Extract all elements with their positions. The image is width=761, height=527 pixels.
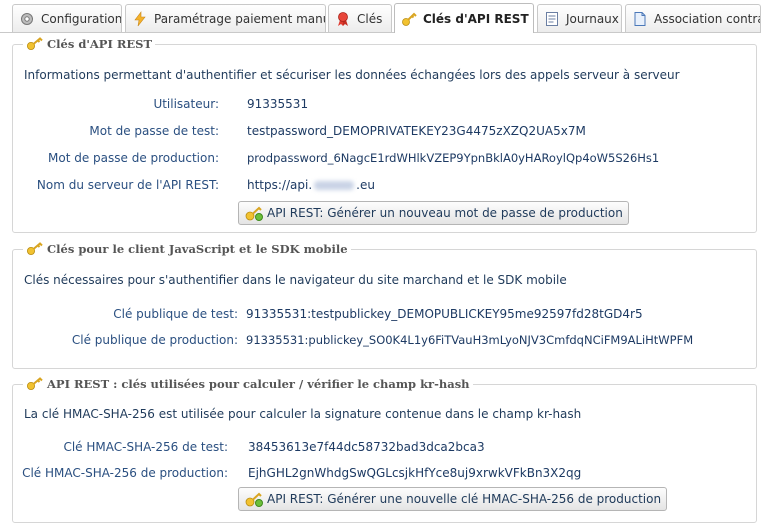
key-refresh-icon [245,206,263,221]
field-value: 38453613e7f44dc58732bad3dca2bca3 [248,440,485,454]
field-label: Clé HMAC-SHA-256 de test: [63,440,228,454]
generate-hmac-production-key-button[interactable]: API REST: Générer une nouvelle clé HMAC-… [238,487,668,511]
field-label: Clé publique de production: [71,333,238,347]
field-value: EjhGHL2gnWhdgSwQGLcsjkHfYce8uj9xrwkVFkBn… [248,466,582,480]
key-icon [27,37,43,50]
gear-icon [21,12,33,25]
tab-parametrage-paiement-manuel[interactable]: Paramétrage paiement manuel [125,4,326,32]
tab-association-contrats[interactable]: Association contrats [625,4,761,32]
section-description: La clé HMAC-SHA-256 est utilisée pour ca… [24,407,582,421]
field-label: Mot de passe de test: [89,124,219,138]
field-label: Nom du serveur de l'API REST: [36,178,219,192]
tab-cles[interactable]: Clés [328,4,392,32]
section-title: Clés pour le client JavaScript et le SDK… [23,242,351,256]
key-icon [27,242,43,255]
info-row-public-test-key: Clé publique de test: 91335531:testpubli… [0,307,745,325]
tab-label: Journaux [566,11,619,26]
field-value: 91335531 [247,97,309,111]
field-value: 91335531:publickey_SO0K4L1y6FiTVauH3mLyo… [246,333,694,347]
section-title: API REST : clés utilisées pour calculer … [23,377,473,391]
key-icon [27,377,43,390]
key-refresh-icon [245,492,263,507]
tab-configuration[interactable]: Configuration [12,4,122,32]
tab-label: Configuration [41,11,122,26]
log-icon [546,11,558,26]
section-title: Clés d'API REST [23,37,155,51]
tab-label: Clés [357,11,383,26]
key-icon [402,12,417,26]
document-icon [634,11,646,26]
section-description: Informations permettant d'authentifier e… [24,68,680,82]
field-value: testpassword_DEMOPRIVATEKEY23G4475zXZQ2U… [247,124,586,138]
info-row-hmac-production-key: Clé HMAC-SHA-256 de production: EjhGHL2g… [0,466,745,484]
redacted-hostname [314,181,355,190]
info-row-production-password: Mot de passe de production: prodpassword… [0,151,745,169]
info-row-server-name: Nom du serveur de l'API REST: https://ap… [0,178,745,196]
info-row-hmac-test-key: Clé HMAC-SHA-256 de test: 38453613e7f44d… [0,440,745,458]
field-label: Clé HMAC-SHA-256 de production: [22,466,228,480]
info-row-user: Utilisateur: 91335531 [0,97,745,115]
tab-label: Association contrats [654,11,760,26]
field-label: Utilisateur: [153,97,219,111]
info-row-public-production-key: Clé publique de production: 91335531:pub… [0,333,745,351]
tab-journaux[interactable]: Journaux [537,4,622,32]
field-value: https://api. .eu [247,178,375,192]
field-label: Mot de passe de production: [48,151,219,165]
tab-label: Paramétrage paiement manuel [154,11,326,26]
ribbon-icon [338,11,348,26]
info-row-test-password: Mot de passe de test: testpassword_DEMOP… [0,124,745,142]
tab-cles-api-rest[interactable]: Clés d'API REST [394,3,534,33]
generate-production-password-button[interactable]: API REST: Générer un nouveau mot de pass… [238,201,629,225]
field-label: Clé publique de test: [113,307,238,321]
tab-label: Clés d'API REST [423,11,529,26]
field-value: prodpassword_6NagcE1rdWHlkVZEP9YpnBklA0y… [247,151,660,165]
lightning-icon [134,10,146,26]
field-value: 91335531:testpublickey_DEMOPUBLICKEY95me… [246,307,643,321]
section-description: Clés nécessaires pour s'authentifier dan… [24,273,567,287]
tab-bar: Configuration Paramétrage paiement manue… [0,0,761,33]
